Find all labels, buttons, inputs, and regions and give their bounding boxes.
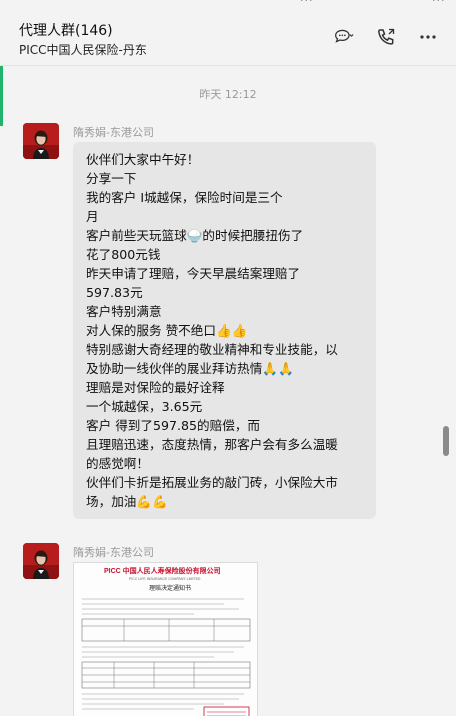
- message-line: 理赔是对保险的最好诠释: [86, 380, 225, 395]
- message-line: 且理赔迅速，态度热情，那客户会有多么温暖: [86, 437, 338, 452]
- scrollbar-thumb[interactable]: [443, 426, 449, 456]
- time-divider: 昨天 12:12: [199, 88, 257, 101]
- message-line: 伙伴们大家中午好！: [86, 152, 200, 167]
- message-line: 花了800元钱: [86, 247, 161, 262]
- doc-subheader: PICC LIFE INSURANCE COMPANY LIMITED: [129, 577, 201, 581]
- claim-document-image[interactable]: PICC 中国人民人寿保险股份有限公司 PICC LIFE INSURANCE …: [73, 562, 258, 716]
- message-line: 的感觉啊！: [86, 456, 149, 471]
- sender-name: 隋秀娟-东港公司: [73, 546, 154, 559]
- message-line: 客户前些天玩篮球🍚的时候把腰扭伤了: [86, 228, 304, 243]
- message-line: 昨天申请了理赔，今天早晨结案理赔了: [86, 266, 301, 281]
- message-line: 及协助一线伙伴的展业拜访热情🙏🙏: [86, 361, 294, 376]
- header-actions: [334, 27, 438, 47]
- message-line: 场，加油💪💪: [86, 494, 168, 509]
- message-line: 一个城越保，3.65元: [86, 399, 203, 414]
- message-line: 分享一下: [86, 171, 137, 186]
- message-line: 客户特别满意: [86, 304, 162, 319]
- avatar[interactable]: [23, 543, 59, 579]
- message-line: 月: [86, 209, 99, 224]
- more-dots-icon[interactable]: ···: [300, 0, 314, 7]
- chat-subtitle: PICC中国人民保险-丹东: [19, 43, 147, 57]
- message-bubble[interactable]: 伙伴们大家中午好！ 分享一下 我的客户 I城越保，保险时间是三个 月 客户前些天…: [73, 142, 376, 519]
- message-line: 对人保的服务 赞不绝口👍👍: [86, 323, 248, 338]
- message-line: 客户 得到了597.85的赔偿，而: [86, 418, 261, 433]
- avatar[interactable]: [23, 123, 59, 159]
- doc-header-line: PICC 中国人民人寿保险股份有限公司: [104, 566, 221, 575]
- window-dots-icon[interactable]: ···: [432, 0, 446, 7]
- message-line: 我的客户 I城越保，保险时间是三个: [86, 190, 283, 205]
- doc-title: 理赔决定通知书: [149, 584, 191, 592]
- sender-name: 隋秀娟-东港公司: [73, 126, 154, 139]
- window-top-strip: ··· ···: [0, 0, 456, 8]
- message-line: 伙伴们卡折是拓展业务的敲门砖，小保险大市: [86, 475, 338, 490]
- chat-bubble-icon[interactable]: [334, 27, 354, 47]
- message-line: 特别感谢大奇经理的敬业精神和专业技能，以: [86, 342, 338, 357]
- chat-header: 代理人群(146) PICC中国人民保险-丹东: [0, 8, 456, 66]
- phone-icon[interactable]: [376, 27, 396, 47]
- chat-title: 代理人群(146): [19, 23, 113, 39]
- message-line: 597.83元: [86, 285, 143, 300]
- more-options-icon[interactable]: [418, 27, 438, 47]
